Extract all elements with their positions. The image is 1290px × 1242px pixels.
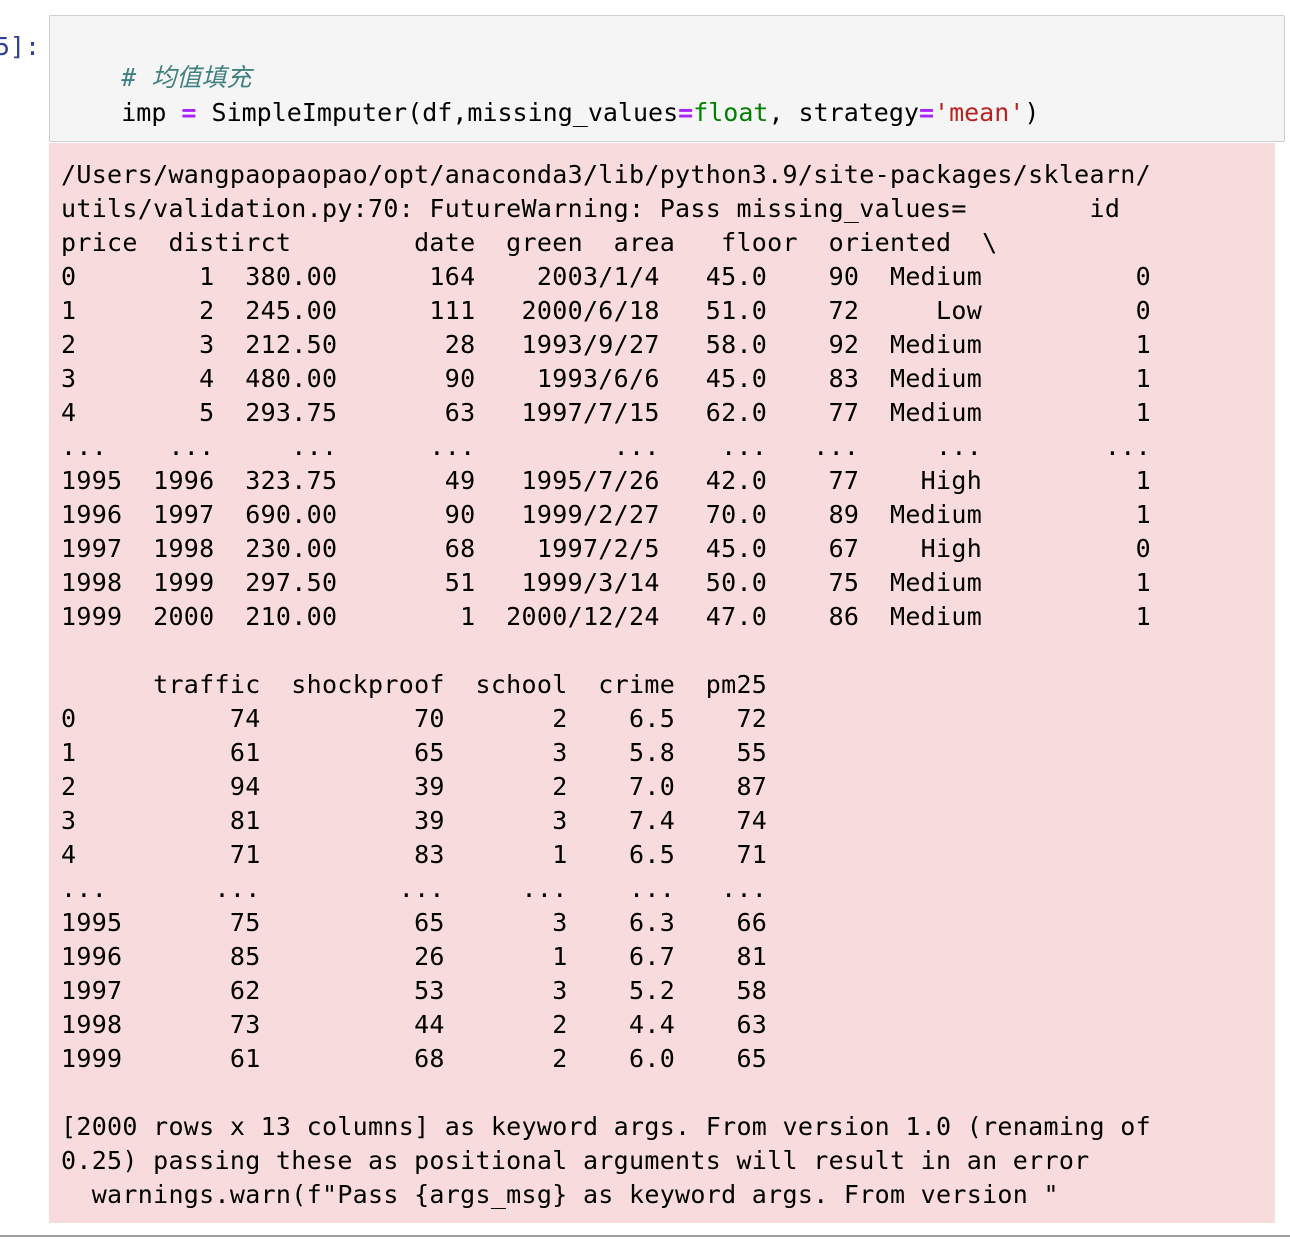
code-comment-line: # 均值填充 xyxy=(61,27,251,92)
code-token-variable: imp xyxy=(121,98,167,127)
output-line: price distirct date green area floor ori… xyxy=(61,228,998,257)
code-token-equals-2: = xyxy=(918,98,935,127)
code-token-equals-1: = xyxy=(678,98,694,127)
code-cell-editor[interactable]: # 均值填充 imp = SimpleImputer(df,missing_va… xyxy=(49,15,1285,142)
stderr-output-area: /Users/wangpaopaopao/opt/anaconda3/lib/p… xyxy=(49,143,1275,1223)
output-line: 3 4 480.00 90 1993/6/6 45.0 83 Medium 1 xyxy=(61,364,1151,393)
output-line: 1 61 65 3 5.8 55 xyxy=(61,738,768,767)
output-line: [2000 rows x 13 columns] as keyword args… xyxy=(61,1112,1151,1141)
code-token-string: 'mean' xyxy=(934,98,1025,127)
code-token-close-paren: ) xyxy=(1024,98,1040,127)
output-line: 1998 73 44 2 4.4 63 xyxy=(61,1010,768,1039)
output-line: 0 74 70 2 6.5 72 xyxy=(61,704,768,733)
output-line: traffic shockproof school crime pm25 xyxy=(61,670,768,699)
output-line: 1997 1998 230.00 68 1997/2/5 45.0 67 Hig… xyxy=(61,534,1151,563)
output-line: 3 81 39 3 7.4 74 xyxy=(61,806,768,835)
code-token-builtin: float xyxy=(693,98,769,127)
output-line: 1998 1999 297.50 51 1999/3/14 50.0 75 Me… xyxy=(61,568,1151,597)
output-line: ... ... ... ... ... ... ... ... ... xyxy=(61,432,1151,461)
output-line: 1996 85 26 1 6.7 81 xyxy=(61,942,768,971)
output-line: 1996 1997 690.00 90 1999/2/27 70.0 89 Me… xyxy=(61,500,1151,529)
cell-divider xyxy=(0,1235,1290,1237)
output-line: ... ... ... ... ... ... xyxy=(61,874,768,903)
output-line: 0.25) passing these as positional argume… xyxy=(61,1146,1090,1175)
output-line: 0 1 380.00 164 2003/1/4 45.0 90 Medium 0 xyxy=(61,262,1151,291)
code-token-call: SimpleImputer(df,missing_values xyxy=(211,98,679,127)
output-line: 1997 62 53 3 5.2 58 xyxy=(61,976,768,1005)
output-line: 2 94 39 2 7.0 87 xyxy=(61,772,768,801)
output-line: 4 71 83 1 6.5 71 xyxy=(61,840,768,869)
output-line: warnings.warn(f"Pass {args_msg} as keywo… xyxy=(61,1180,1059,1209)
output-line: 4 5 293.75 63 1997/7/15 62.0 77 Medium 1 xyxy=(61,398,1151,427)
cell-prompt-label: 5]: xyxy=(0,32,40,61)
code-statement-line: imp = SimpleImputer(df,missing_values=fl… xyxy=(61,62,1039,127)
output-line: /Users/wangpaopaopao/opt/anaconda3/lib/p… xyxy=(61,160,1151,189)
output-line: 1995 75 65 3 6.3 66 xyxy=(61,908,768,937)
output-line: 1 2 245.00 111 2000/6/18 51.0 72 Low 0 xyxy=(61,296,1151,325)
cell-prompt: 5]: xyxy=(0,30,48,64)
code-token-kwarg: , strategy xyxy=(768,98,919,127)
output-line: 1999 2000 210.00 1 2000/12/24 47.0 86 Me… xyxy=(61,602,1151,631)
code-token-assign: = xyxy=(166,98,212,127)
output-line: 1995 1996 323.75 49 1995/7/26 42.0 77 Hi… xyxy=(61,466,1151,495)
output-line: utils/validation.py:70: FutureWarning: P… xyxy=(61,194,1121,223)
output-line: 2 3 212.50 28 1993/9/27 58.0 92 Medium 1 xyxy=(61,330,1151,359)
output-line: 1999 61 68 2 6.0 65 xyxy=(61,1044,768,1073)
